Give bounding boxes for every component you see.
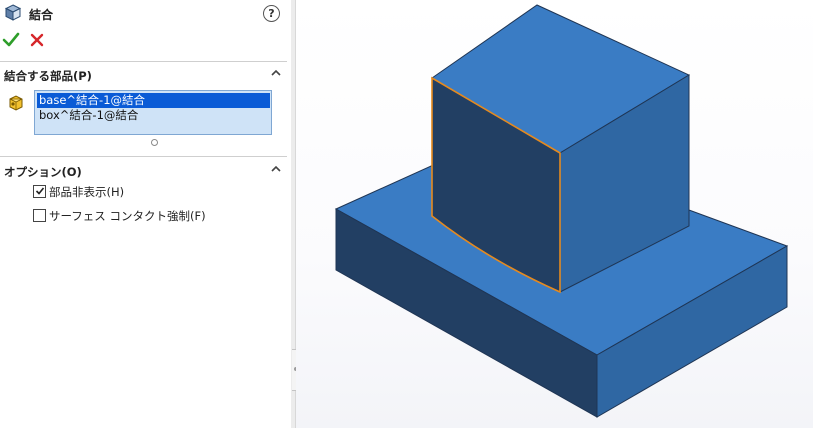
green-check-icon (2, 32, 20, 47)
hide-parts-checkbox[interactable] (33, 185, 46, 198)
graphics-viewport[interactable] (296, 0, 813, 428)
bodies-section-title: 結合する部品(P) (4, 69, 92, 83)
help-icon[interactable]: ? (263, 5, 280, 22)
red-x-icon (30, 33, 44, 47)
panel-title: 結合 (29, 8, 54, 22)
cancel-button[interactable] (28, 31, 46, 49)
section-separator (0, 61, 287, 62)
list-item[interactable]: box^結合-1@結合 (37, 108, 270, 123)
bodies-listbox[interactable]: base^結合-1@結合 box^結合-1@結合 (34, 90, 272, 135)
panel-title-row: 結合 ? (4, 4, 288, 24)
force-surface-contact-checkbox-row[interactable]: サーフェス コンタクト強制(F) (33, 208, 273, 224)
bodies-section-header[interactable]: 結合する部品(P) (4, 67, 288, 85)
options-section-header[interactable]: オプション(O) (4, 163, 288, 181)
property-manager-panel: 結合 ? 結合する部品(P) base^結合-1@結合 box^結合-1@結合 … (0, 0, 292, 428)
list-item[interactable]: base^結合-1@結合 (37, 93, 270, 108)
listbox-resize-handle[interactable] (151, 139, 158, 146)
hide-parts-label: 部品非表示(H) (49, 185, 125, 199)
3d-model[interactable] (296, 0, 813, 428)
section-separator (0, 156, 287, 157)
force-surface-contact-checkbox[interactable] (33, 209, 46, 222)
chevron-up-icon[interactable] (270, 163, 282, 175)
hide-parts-checkbox-row[interactable]: 部品非表示(H) (33, 184, 273, 200)
combine-feature-icon (4, 4, 22, 21)
chevron-up-icon[interactable] (270, 67, 282, 79)
options-section-title: オプション(O) (4, 165, 82, 179)
checkmark-icon (35, 187, 45, 195)
ok-button[interactable] (2, 31, 20, 49)
parts-selection-icon (9, 95, 23, 111)
force-surface-contact-label: サーフェス コンタクト強制(F) (49, 209, 206, 223)
